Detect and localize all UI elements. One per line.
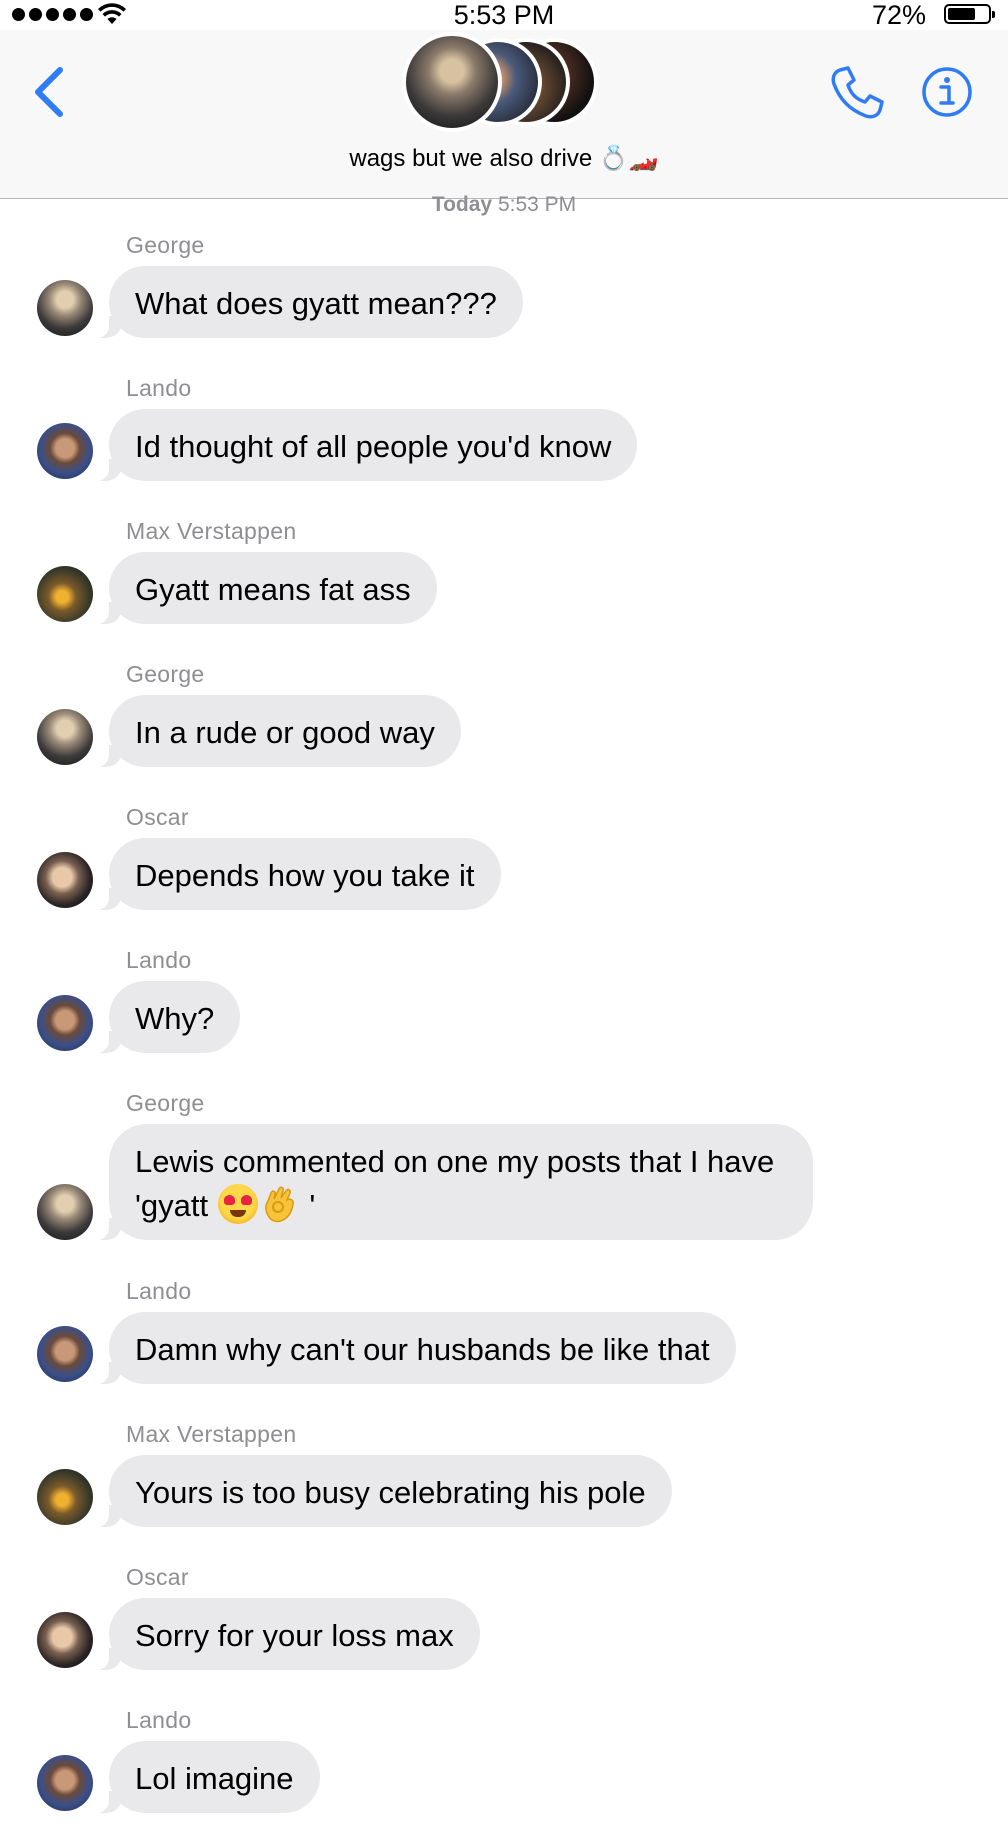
heart-eyes-emoji-icon [217,1184,258,1224]
call-button[interactable] [828,64,886,122]
message-bubble[interactable]: Id thought of all people you'd know [94,409,638,481]
message-text-fragment: ' [309,1188,316,1223]
message-bubble[interactable]: Damn why can't our husbands be like that [95,1312,736,1384]
avatar[interactable] [37,280,93,336]
info-button[interactable] [921,66,973,118]
avatar[interactable] [37,423,93,479]
sender-name: George [126,1090,205,1116]
ring-car-emoji: 💍🏎️ [598,144,659,172]
avatar[interactable] [37,1755,93,1811]
message-bubble[interactable]: Sorry for your loss max [95,1598,480,1670]
sender-name: Lando [126,1707,192,1733]
info-icon [922,67,972,117]
battery-icon [944,4,995,24]
avatar[interactable] [37,566,93,622]
avatar[interactable] [37,995,93,1051]
message-text-line: Lewis commented on one my posts that I h… [135,1144,775,1179]
sender-name: Max Verstappen [126,518,297,544]
group-member-avatar [402,32,502,132]
sender-name: Lando [126,375,192,401]
avatar[interactable] [37,1469,93,1525]
avatar[interactable] [37,1326,93,1382]
status-bar: 5:53 PM 72% [0,0,1008,30]
message-bubble[interactable]: In a rude or good way [95,695,461,767]
sender-name: Oscar [126,804,189,830]
status-time: 5:53 PM [453,0,555,30]
phone-icon [831,66,884,119]
message-text-line: 'gyatt ' [135,1183,787,1227]
back-button[interactable] [30,62,70,122]
avatar[interactable] [37,852,93,908]
sender-name: Lando [126,947,192,973]
avatar[interactable] [37,1612,93,1668]
message-bubble[interactable]: Why? [94,981,241,1053]
sender-name: Max Verstappen [126,1421,297,1447]
timestamp-day: Today [431,193,493,216]
message-text-fragment: 'gyatt [135,1188,209,1223]
timestamp-time: 5:53 PM [497,193,577,216]
group-avatar-stack[interactable] [402,30,612,132]
avatar[interactable] [37,709,93,765]
message-bubble[interactable]: What does gyatt mean??? [95,266,523,338]
message-bubble[interactable]: Depends how you take it [95,838,501,910]
sender-name: Lando [126,1278,192,1304]
message-bubble[interactable]: Lol imagine [95,1741,320,1813]
sender-name: George [126,232,205,258]
sender-name: George [126,661,205,687]
message-bubble[interactable]: Gyatt means fat ass [95,552,437,624]
message-bubble[interactable]: Lewis commented on one my posts that I h… [95,1124,813,1240]
sender-name: Oscar [126,1564,189,1590]
ok-hand-emoji-icon [264,1186,294,1223]
battery-percent: 72% [871,0,926,30]
conversation-header: wags but we also drive 💍🏎️ [0,30,1008,199]
chevron-left-icon [35,67,63,117]
avatar[interactable] [37,1184,93,1240]
group-name-text: wags but we also drive [349,145,593,172]
message-bubble[interactable]: Yours is too busy celebrating his pole [95,1455,672,1527]
group-name[interactable]: wags but we also drive 💍🏎️ [0,144,1008,173]
conversation-timestamp: Today 5:53 PM [0,193,1008,217]
